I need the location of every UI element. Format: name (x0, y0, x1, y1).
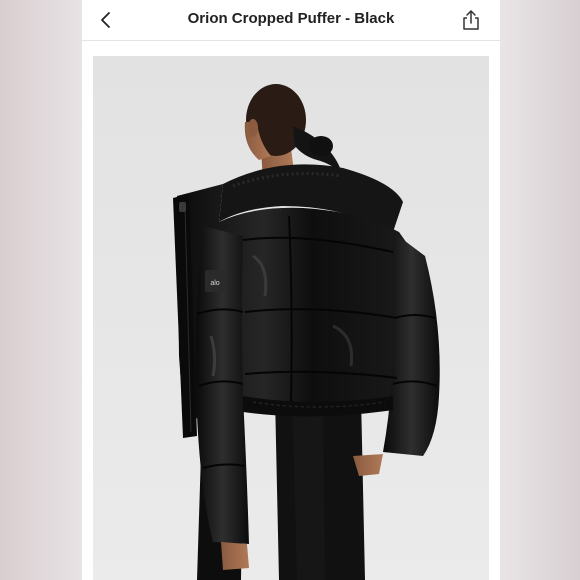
navigation-bar: Orion Cropped Puffer - Black (82, 0, 500, 41)
alo-brand-patch-text: alo (210, 280, 219, 287)
blurred-background-right (500, 0, 580, 580)
phone-screen: Orion Cropped Puffer - Black alo (82, 0, 500, 580)
blurred-background-left (0, 0, 82, 580)
share-button[interactable] (458, 7, 484, 33)
page-title: Orion Cropped Puffer - Black (187, 10, 395, 27)
product-photo[interactable]: alo (93, 56, 489, 580)
share-icon (463, 10, 479, 30)
chevron-left-icon (101, 12, 110, 28)
jacket-model-illustration: alo (93, 56, 489, 580)
back-button[interactable] (94, 8, 118, 32)
